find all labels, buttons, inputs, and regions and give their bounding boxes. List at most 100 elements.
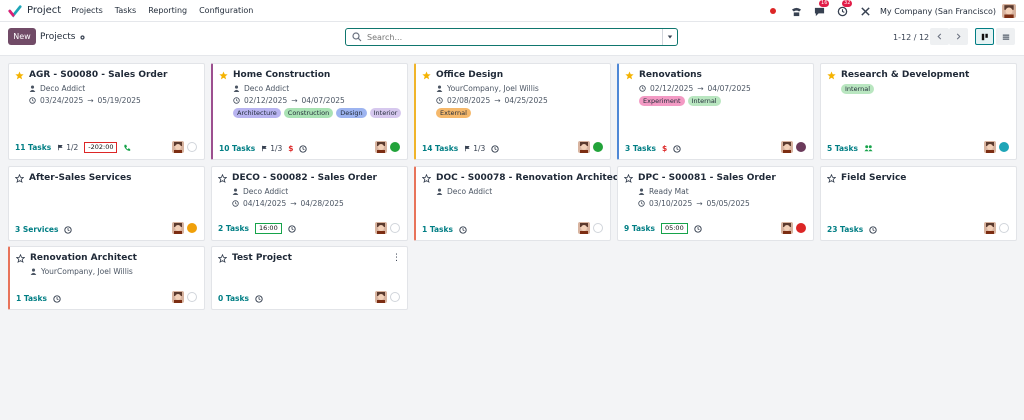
favorite-star-icon[interactable] (422, 71, 431, 80)
favorite-star-outline-icon[interactable] (218, 254, 227, 263)
project-title[interactable]: AGR - S00080 - Sales Order (29, 70, 167, 80)
project-title[interactable]: Test Project (232, 253, 292, 263)
tasks-count-link[interactable]: 11 Tasks (15, 143, 51, 152)
activity-clock-icon[interactable] (288, 224, 296, 233)
activity-clock-icon[interactable] (53, 294, 61, 303)
project-card[interactable]: Research & Development Internal 5 Tasks (820, 63, 1017, 160)
favorite-star-icon[interactable] (15, 71, 24, 80)
status-indicator[interactable] (390, 223, 400, 233)
user-avatar[interactable] (1002, 4, 1016, 18)
project-card[interactable]: Field Service 23 Tasks (820, 166, 1017, 241)
activity-clock-icon[interactable] (459, 225, 467, 234)
manager-avatar[interactable] (578, 222, 590, 234)
status-indicator[interactable] (593, 142, 603, 152)
project-title[interactable]: After-Sales Services (29, 173, 131, 183)
favorite-star-outline-icon[interactable] (16, 254, 25, 263)
status-indicator[interactable] (999, 142, 1009, 152)
team-icon[interactable] (864, 144, 873, 153)
project-title[interactable]: Home Construction (233, 70, 330, 80)
status-indicator[interactable] (390, 292, 400, 302)
manager-avatar[interactable] (781, 141, 793, 153)
search-options-toggle[interactable] (662, 29, 677, 45)
menu-tasks[interactable]: Tasks (115, 6, 136, 15)
status-indicator[interactable] (187, 223, 197, 233)
project-title[interactable]: Research & Development (841, 70, 969, 80)
favorite-star-icon[interactable] (219, 71, 228, 80)
project-title[interactable]: DOC - S00078 - Renovation Architect (436, 173, 622, 183)
kebab-menu-icon[interactable]: ⋮ (392, 253, 401, 263)
tools-icon[interactable] (858, 4, 872, 18)
pager-previous-button[interactable] (930, 28, 949, 45)
activity-clock-icon[interactable] (694, 224, 702, 233)
tasks-count-link[interactable]: 2 Tasks (218, 224, 249, 233)
manager-avatar[interactable] (984, 141, 996, 153)
tasks-count-link[interactable]: 23 Tasks (827, 225, 863, 234)
project-card[interactable]: DPC - S00081 - Sales Order Ready Mat 03/10… (617, 166, 814, 241)
status-indicator[interactable] (796, 142, 806, 152)
project-card[interactable]: DOC - S00078 - Renovation Architect Deco … (414, 166, 622, 241)
search-bar[interactable] (345, 28, 678, 46)
activity-clock-icon[interactable] (491, 144, 499, 153)
tasks-count-link[interactable]: 3 Tasks (625, 144, 656, 153)
pager-value[interactable]: 1-12 / 12 (893, 33, 929, 42)
project-title[interactable]: DECO - S00082 - Sales Order (232, 173, 377, 183)
list-view-button[interactable] (996, 28, 1015, 45)
project-card[interactable]: DECO - S00082 - Sales Order Deco Addict 04… (211, 166, 408, 241)
activity-clock-icon[interactable] (673, 144, 681, 153)
manager-avatar[interactable] (578, 141, 590, 153)
dollar-icon[interactable]: $ (662, 144, 667, 153)
gear-icon[interactable] (79, 34, 86, 41)
company-switcher[interactable]: My Company (San Francisco) (880, 7, 996, 16)
favorite-star-outline-icon[interactable] (218, 174, 227, 183)
favorite-star-outline-icon[interactable] (827, 174, 836, 183)
manager-avatar[interactable] (375, 141, 387, 153)
project-title[interactable]: Renovations (639, 70, 702, 80)
manager-avatar[interactable] (781, 222, 793, 234)
record-icon[interactable] (766, 4, 780, 18)
status-indicator[interactable] (593, 223, 603, 233)
status-indicator[interactable] (999, 223, 1009, 233)
manager-avatar[interactable] (984, 222, 996, 234)
activity-clock-icon[interactable] (255, 294, 263, 303)
project-title[interactable]: DPC - S00081 - Sales Order (638, 173, 776, 183)
activity-clock-icon[interactable] (64, 225, 73, 234)
app-name[interactable]: Project (27, 5, 61, 16)
status-indicator[interactable] (187, 292, 197, 302)
project-card[interactable]: Test Project ⋮ 0 Tasks (211, 246, 408, 310)
tasks-count-link[interactable]: 14 Tasks (422, 144, 458, 153)
menu-reporting[interactable]: Reporting (148, 6, 187, 15)
tasks-count-link[interactable]: 9 Tasks (624, 224, 655, 233)
kanban-view-button[interactable] (975, 28, 994, 45)
status-indicator[interactable] (187, 142, 197, 152)
project-card[interactable]: AGR - S00080 - Sales Order Deco Addict 03/… (8, 63, 205, 160)
tasks-count-link[interactable]: 1 Tasks (16, 294, 47, 303)
manager-avatar[interactable] (375, 222, 387, 234)
activity-clock-icon[interactable] (869, 225, 877, 234)
tasks-count-link[interactable]: 10 Tasks (219, 144, 255, 153)
favorite-star-outline-icon[interactable] (624, 174, 633, 183)
phone-icon[interactable] (123, 144, 131, 152)
project-title[interactable]: Renovation Architect (30, 253, 137, 263)
project-app-logo-icon[interactable] (8, 4, 22, 18)
tasks-count-link[interactable]: 0 Tasks (218, 294, 249, 303)
project-card[interactable]: After-Sales Services 3 Services (8, 166, 205, 241)
favorite-star-icon[interactable] (625, 71, 634, 80)
search-input[interactable] (367, 32, 662, 42)
dollar-icon[interactable]: $ (288, 144, 293, 153)
phone-icon[interactable] (789, 4, 803, 18)
new-button[interactable]: New (8, 28, 36, 45)
status-indicator[interactable] (796, 223, 806, 233)
tasks-count-link[interactable]: 1 Tasks (422, 225, 453, 234)
activity-clock-icon[interactable]: 32 (835, 0, 853, 18)
chat-icon[interactable]: 16 (812, 0, 830, 18)
favorite-star-outline-icon[interactable] (422, 174, 431, 183)
tasks-count-link[interactable]: 3 Services (15, 225, 58, 234)
project-title[interactable]: Field Service (841, 173, 906, 183)
tasks-count-link[interactable]: 5 Tasks (827, 144, 858, 153)
activity-clock-icon[interactable] (299, 144, 308, 153)
menu-configuration[interactable]: Configuration (199, 6, 253, 15)
project-card[interactable]: Office Design YourCompany, Joel Willis 02/… (414, 63, 611, 160)
project-title[interactable]: Office Design (436, 70, 503, 80)
menu-projects[interactable]: Projects (71, 6, 103, 15)
manager-avatar[interactable] (172, 141, 184, 153)
